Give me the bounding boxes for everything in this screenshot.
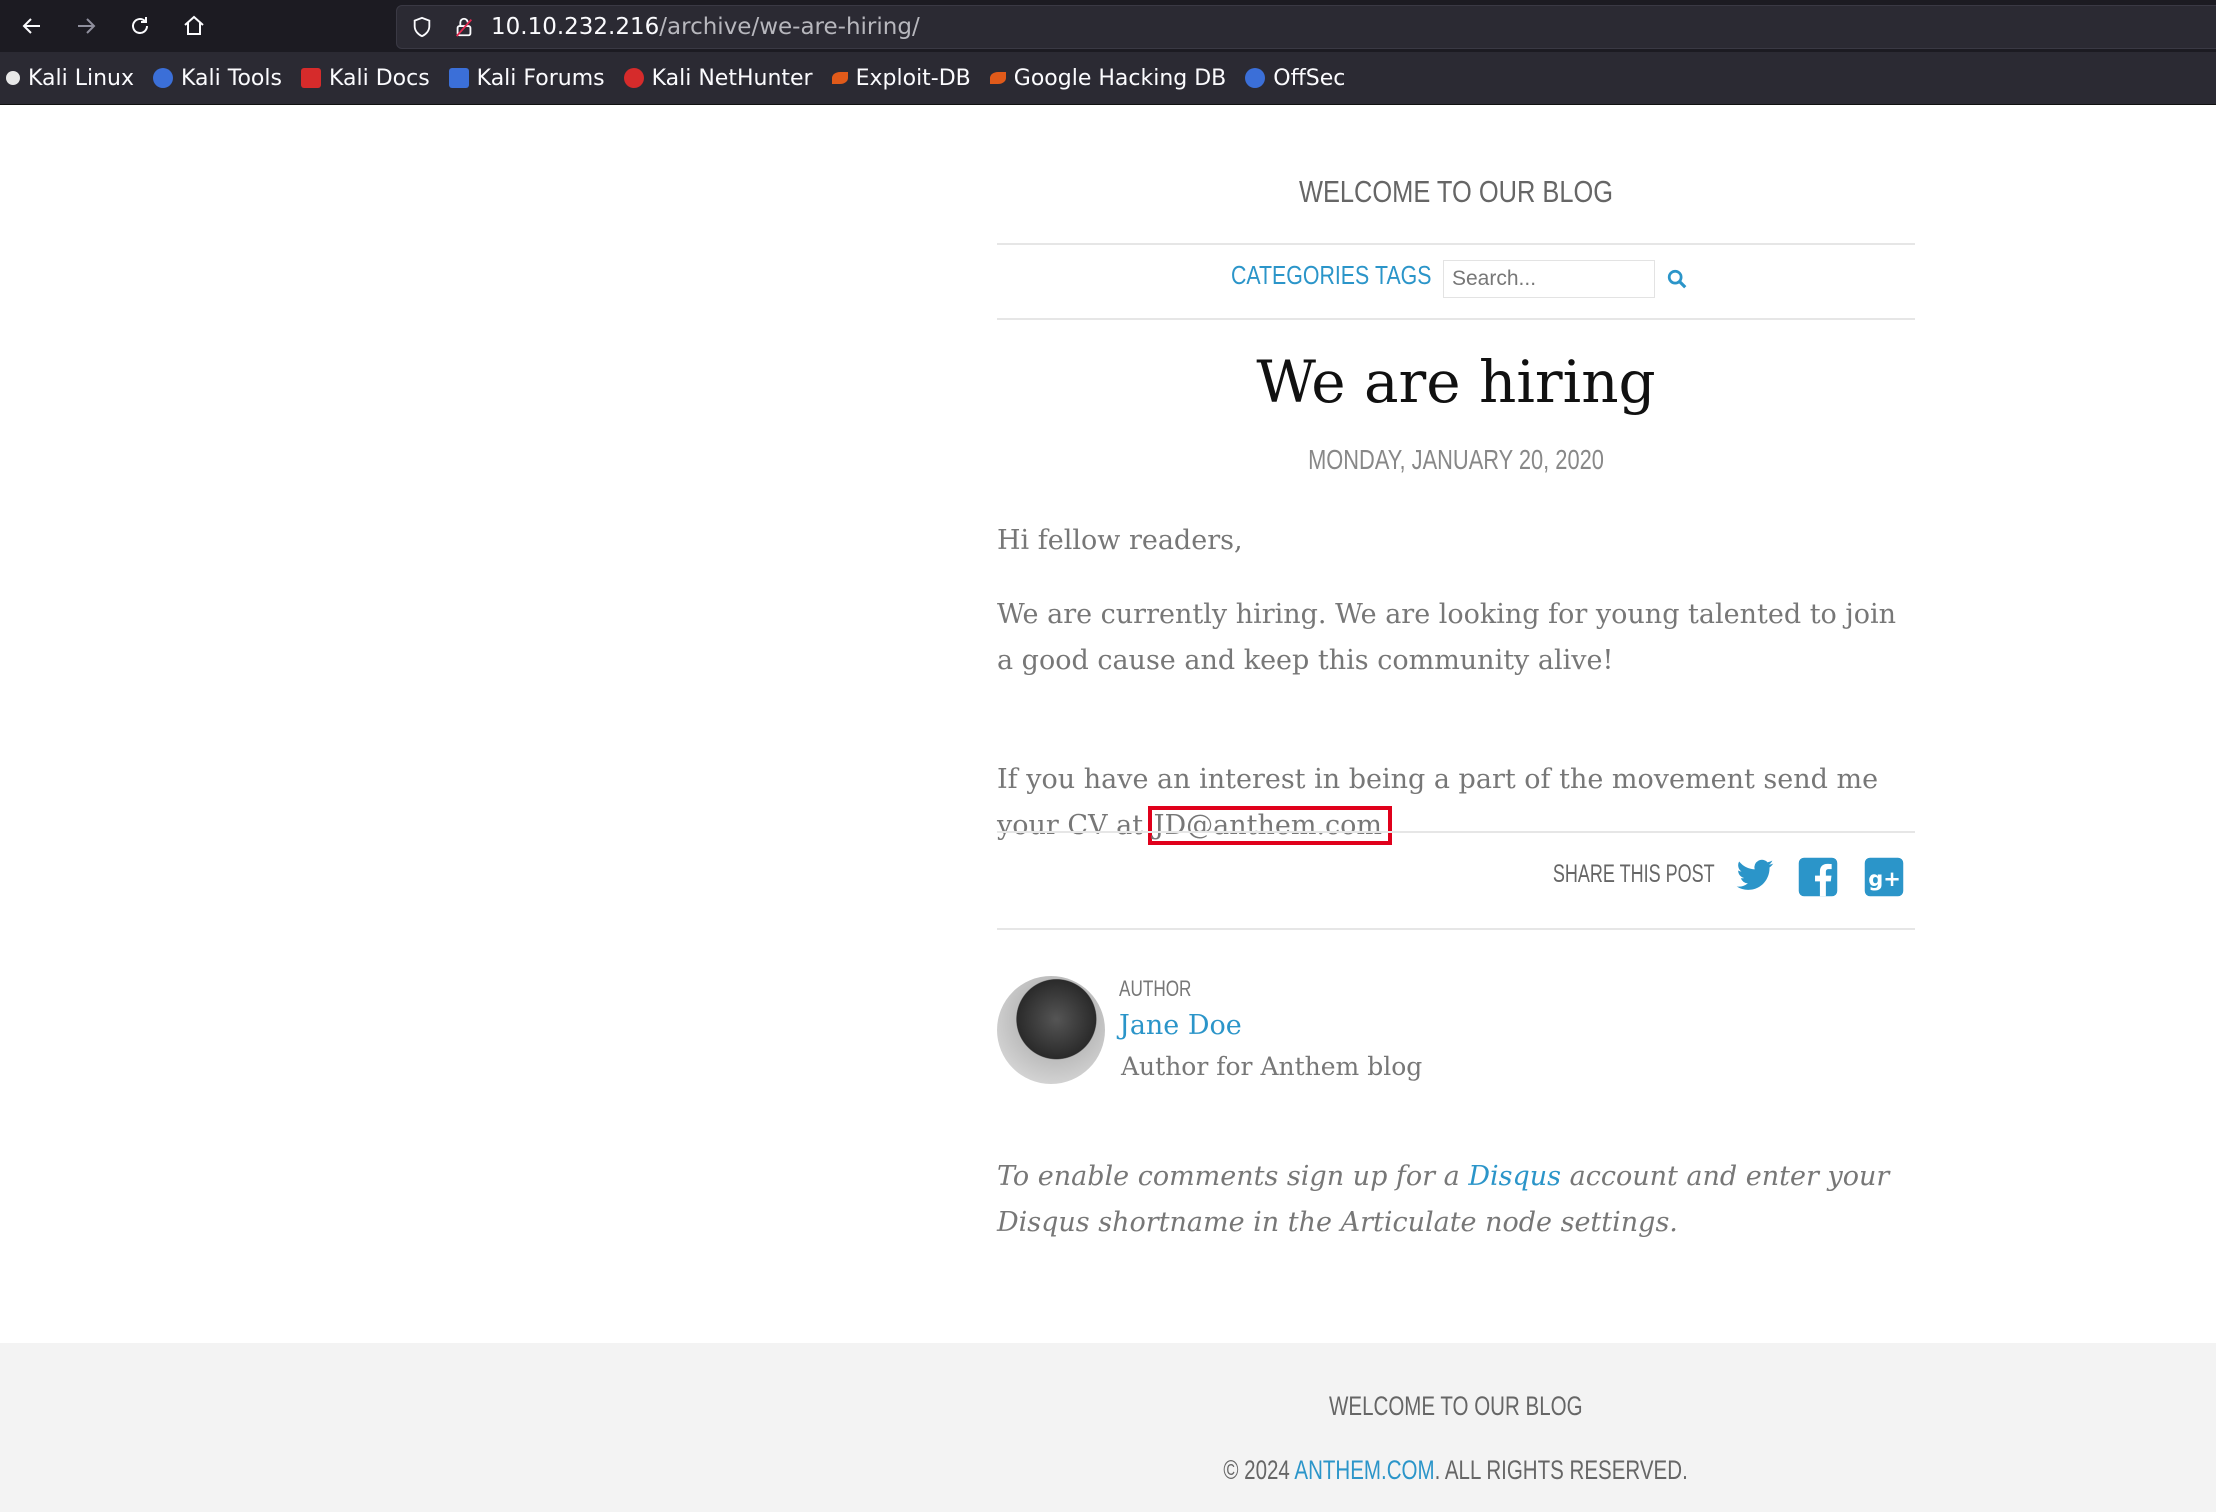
- bookmark-exploit-db[interactable]: Exploit-DB: [831, 66, 971, 91]
- divider: [997, 318, 1915, 320]
- bookmark-offsec[interactable]: OffSec: [1245, 66, 1345, 91]
- kali-forums-icon: [448, 68, 469, 88]
- anthem-link[interactable]: ANTHEM.COM: [1295, 1455, 1435, 1485]
- home-icon: [184, 15, 204, 35]
- site-title[interactable]: WELCOME TO OUR BLOG: [1080, 174, 1833, 210]
- arrow-left-icon: [22, 18, 40, 34]
- post-paragraph-cv: If you have an interest in being a part …: [997, 757, 1915, 849]
- post-title: We are hiring: [1256, 348, 1656, 416]
- footer-title: WELCOME TO OUR BLOG: [1329, 1391, 1583, 1421]
- search-input[interactable]: [1443, 260, 1655, 298]
- exploit-db-icon: [831, 72, 848, 84]
- insecure-lock-icon[interactable]: [453, 15, 475, 39]
- offsec-icon: [1245, 68, 1266, 88]
- url-host: 10.10.232.216: [491, 14, 660, 40]
- bookmark-kali-docs[interactable]: Kali Docs: [300, 66, 430, 91]
- google-plus-icon[interactable]: g+: [1863, 856, 1905, 902]
- bookmarks-bar: Kali Linux Kali Tools Kali Docs Kali For…: [0, 52, 2216, 105]
- forward-button[interactable]: [64, 4, 108, 48]
- url-path: /archive/we-are-hiring/: [659, 14, 920, 40]
- author-label: AUTHOR: [1119, 976, 1192, 1001]
- highlighted-email: JD@anthem.com: [1147, 806, 1393, 845]
- reload-icon: [132, 17, 148, 34]
- comments-notice: To enable comments sign up for a Disqus …: [997, 1161, 1890, 1238]
- post-date: MONDAY, JANUARY 20, 2020: [1308, 444, 1604, 475]
- footer-copyright: © 2024 ANTHEM.COM. ALL RIGHTS RESERVED.: [1223, 1455, 1689, 1485]
- share-label: SHARE THIS POST: [1553, 860, 1715, 888]
- cv-text: If you have an interest in being a part …: [997, 764, 1879, 841]
- kali-tools-icon: [153, 68, 174, 88]
- divider: [997, 831, 1915, 833]
- arrow-right-icon: [78, 18, 96, 34]
- shield-icon[interactable]: [411, 16, 433, 38]
- svg-text:g+: g+: [1868, 867, 1901, 891]
- facebook-icon[interactable]: [1797, 856, 1839, 902]
- twitter-icon[interactable]: [1733, 856, 1777, 900]
- divider: [997, 928, 1915, 930]
- post-paragraph: We are currently hiring. We are looking …: [997, 599, 1897, 676]
- bookmark-kali-tools[interactable]: Kali Tools: [153, 66, 282, 91]
- bookmark-google-hacking-db[interactable]: Google Hacking DB: [989, 66, 1226, 91]
- site-menu: CATEGORIES TAGS: [997, 260, 1915, 300]
- page-footer: WELCOME TO OUR BLOG © 2024 ANTHEM.COM. A…: [0, 1343, 2216, 1512]
- back-button[interactable]: [10, 4, 54, 48]
- home-button[interactable]: [172, 4, 216, 48]
- author-avatar: [997, 976, 1105, 1084]
- divider: [997, 243, 1915, 245]
- nethunter-icon: [623, 68, 644, 88]
- categories-link[interactable]: CATEGORIES: [1231, 260, 1369, 291]
- search-icon[interactable]: [1666, 268, 1688, 294]
- post-paragraph: Hi fellow readers,: [997, 525, 1243, 556]
- author-bio: Author for Anthem blog: [1121, 1052, 1423, 1081]
- address-bar[interactable]: 10.10.232.216/archive/we-are-hiring/: [396, 5, 2216, 49]
- tags-link[interactable]: TAGS: [1375, 260, 1431, 291]
- browser-toolbar: 10.10.232.216/archive/we-are-hiring/: [0, 0, 2216, 52]
- disqus-link[interactable]: Disqus: [1468, 1161, 1561, 1192]
- author-name-link[interactable]: Jane Doe: [1119, 1010, 1242, 1041]
- bookmark-kali-nethunter[interactable]: Kali NetHunter: [623, 66, 813, 91]
- reload-button[interactable]: [118, 4, 162, 48]
- kali-dragon-icon: [6, 71, 20, 85]
- bookmark-kali-forums[interactable]: Kali Forums: [448, 66, 605, 91]
- bookmark-kali-linux[interactable]: Kali Linux: [6, 66, 134, 91]
- kali-docs-icon: [300, 68, 321, 88]
- ghdb-icon: [989, 72, 1006, 84]
